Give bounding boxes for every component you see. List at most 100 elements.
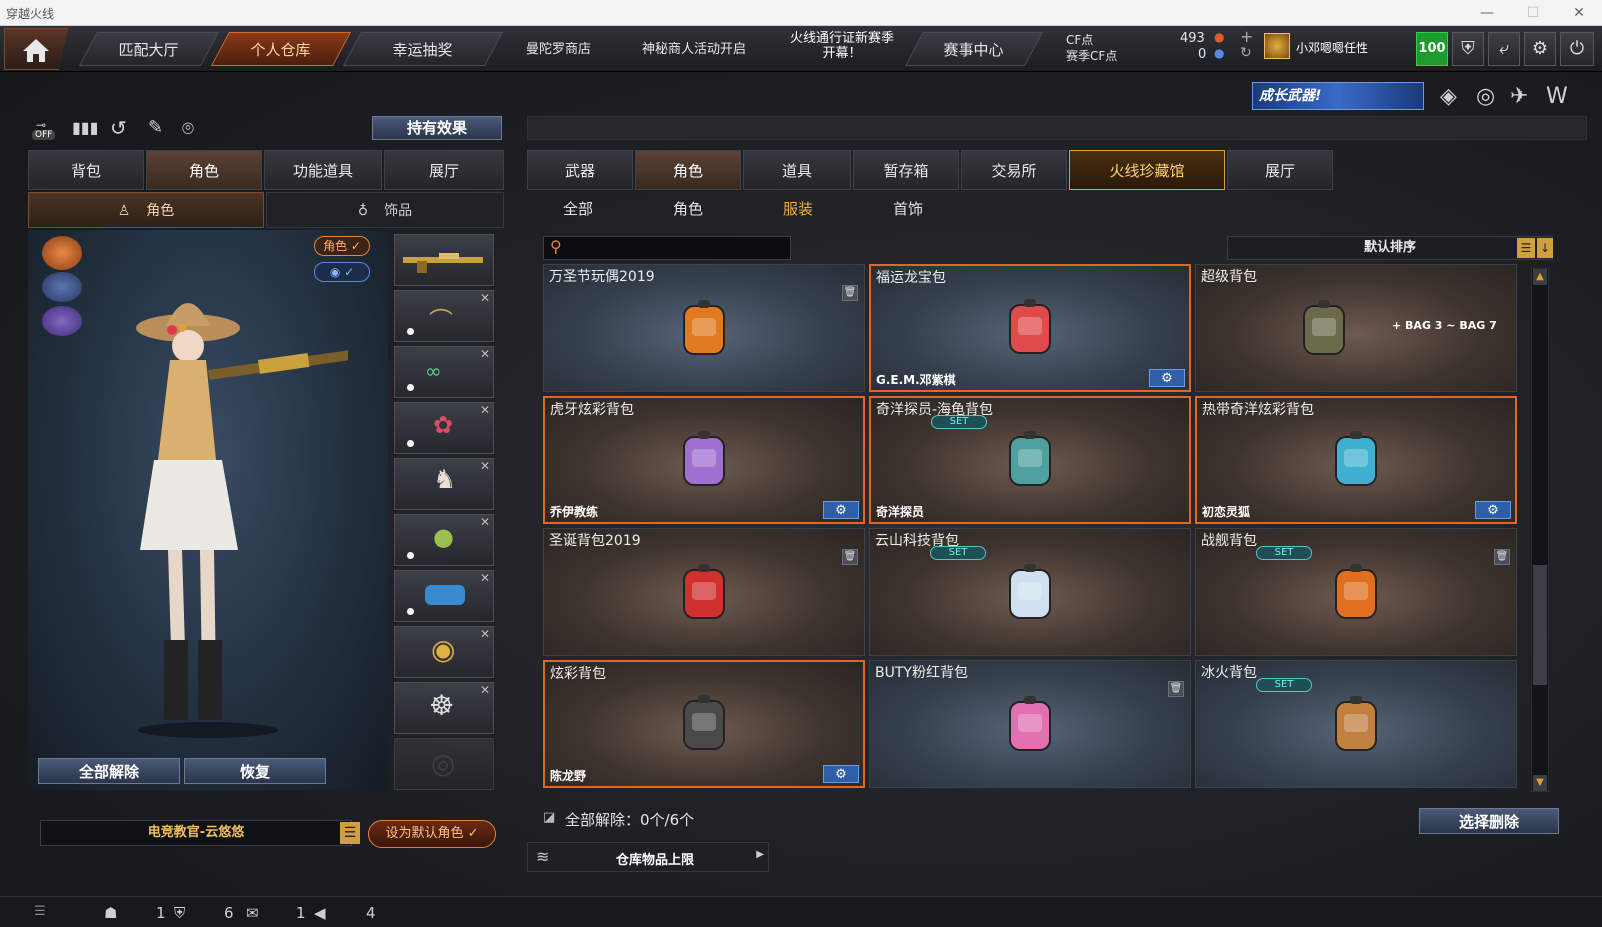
history-icon[interactable]: ↺ <box>110 116 127 140</box>
globe-icon[interactable]: ◎ <box>1476 84 1495 109</box>
shield-icon[interactable]: ⛨ <box>1452 32 1484 66</box>
mandala-shop-link[interactable]: 曼陀罗商店 <box>526 38 591 57</box>
list-icon[interactable]: ☰ <box>340 822 360 844</box>
settings-gear-icon[interactable]: ⚙ <box>823 501 859 519</box>
settings-gear-icon[interactable]: ⚙ <box>1475 501 1511 519</box>
season-pass-link[interactable]: 火线通行证新赛季 开幕！ <box>778 31 906 61</box>
restore-button[interactable]: 恢复 <box>184 758 326 784</box>
left-subtab-character[interactable]: ♙ 角色 <box>28 192 264 228</box>
remove-icon[interactable]: ✕ <box>480 347 490 361</box>
badge-v-icon[interactable]: ◈ <box>1440 84 1457 109</box>
fox-team-icon[interactable] <box>42 236 82 270</box>
chat-icon[interactable]: ✉ <box>246 904 259 922</box>
paint-icon[interactable]: ✎ <box>148 117 163 138</box>
right-tab-exchange[interactable]: 交易所 <box>961 150 1067 190</box>
right-tab-showroom[interactable]: 展厅 <box>1227 150 1333 190</box>
eagle-team-icon[interactable] <box>42 272 82 302</box>
bird-team-icon[interactable] <box>42 306 82 336</box>
power-icon[interactable]: ⏻ <box>1560 32 1594 66</box>
home-button[interactable] <box>4 28 68 70</box>
remove-icon[interactable]: ✕ <box>480 683 490 697</box>
slot-glasses[interactable]: ✕ ∞ <box>394 346 494 398</box>
slot-ring[interactable]: ✕ ◉ <box>394 626 494 678</box>
slot-wolf[interactable]: ✕ ☸ <box>394 682 494 734</box>
gear-icon[interactable]: ⚙ <box>1524 32 1556 66</box>
clan-icon[interactable]: ⛨ <box>174 904 185 922</box>
item-card[interactable]: 福运龙宝包 G.E.M.邓紫棋 ⚙ <box>869 264 1191 392</box>
left-tab-backpack[interactable]: 背包 <box>28 150 144 190</box>
item-card[interactable]: 虎牙炫彩背包 乔伊教练 ⚙ <box>543 396 865 524</box>
close-icon[interactable]: ✕ <box>1556 0 1602 26</box>
left-tab-showroom[interactable]: 展厅 <box>384 150 504 190</box>
select-delete-button[interactable]: 选择删除 <box>1419 808 1559 834</box>
remove-icon[interactable]: ✕ <box>480 291 490 305</box>
slot-hat[interactable]: ✕ ⌒ <box>394 290 494 342</box>
subtab-clothing[interactable]: 服装 <box>783 198 813 219</box>
trash-icon[interactable]: 🗑 <box>842 285 858 301</box>
slot-weapon[interactable] <box>394 234 494 286</box>
tab-event-center[interactable]: 赛事中心 <box>904 32 1044 66</box>
username[interactable]: 小邓嗯嗯任性 <box>1296 39 1368 56</box>
item-card[interactable]: 炫彩背包 陈龙野 ⚙ <box>543 660 865 788</box>
refresh-icon[interactable]: ↻ <box>1240 45 1252 61</box>
slot-empty[interactable]: ◎ <box>394 738 494 790</box>
role-badge[interactable]: 角色 ✓ <box>314 236 370 256</box>
off-toggle-icon[interactable]: ⊸ OFF <box>30 118 60 144</box>
character-name-field[interactable]: 电竞教官-云悠悠 <box>40 820 352 846</box>
friends-icon[interactable]: ☗ <box>104 904 117 922</box>
growth-weapon-banner[interactable]: 成长武器! <box>1252 82 1424 110</box>
trash-icon[interactable]: 🗑 <box>1168 681 1184 697</box>
item-card[interactable]: 超级背包 + BAG 3 ~ BAG 7 <box>1195 264 1517 392</box>
held-effect-button[interactable]: 持有效果 <box>372 116 502 140</box>
tab-lucky-draw[interactable]: 幸运抽奖 <box>342 32 504 66</box>
slot-drink[interactable]: ✕ ● <box>394 514 494 566</box>
mouse-icon[interactable]: ⌾ <box>182 116 194 140</box>
slot-can[interactable]: ✕ <box>394 570 494 622</box>
search-text[interactable] <box>572 239 782 257</box>
character-preview[interactable]: 角色 ✓ ◉ ✓ <box>28 230 388 790</box>
return-icon[interactable]: ⤶ <box>1488 32 1520 66</box>
rocket-icon[interactable]: ✈ <box>1510 84 1528 109</box>
item-card[interactable]: 热带奇洋炫彩背包 初恋灵狐 ⚙ <box>1195 396 1517 524</box>
maximize-icon[interactable]: ☐ <box>1510 0 1556 26</box>
remove-icon[interactable]: ✕ <box>480 459 490 473</box>
trash-icon[interactable]: 🗑 <box>1494 549 1510 565</box>
item-card[interactable]: 云山科技背包 SET <box>869 528 1191 656</box>
left-tab-character[interactable]: 角色 <box>146 150 262 190</box>
item-card[interactable]: 万圣节玩偶2019 🗑 <box>543 264 865 392</box>
w-logo-icon[interactable]: W <box>1546 84 1568 109</box>
right-tab-character[interactable]: 角色 <box>635 150 741 190</box>
left-subtab-accessory[interactable]: ♁ 饰品 <box>266 192 504 228</box>
subtab-all[interactable]: 全部 <box>563 198 593 219</box>
scroll-up-icon[interactable]: ▲ <box>1533 269 1547 285</box>
item-card[interactable]: BUTY粉红背包 🗑 <box>869 660 1191 788</box>
sort-direction-icon[interactable]: ↓ <box>1537 238 1553 258</box>
mystery-merchant-link[interactable]: 神秘商人活动开启 <box>642 38 746 57</box>
settings-gear-icon[interactable]: ⚙ <box>1149 369 1185 387</box>
sort-menu-icon[interactable]: ☰ <box>1517 238 1535 258</box>
remove-icon[interactable]: ✕ <box>480 627 490 641</box>
scrollbar-thumb[interactable] <box>1533 565 1547 685</box>
trash-icon[interactable]: 🗑 <box>842 549 858 565</box>
subtab-character[interactable]: 角色 <box>673 198 703 219</box>
ranking-icon[interactable]: ▮▮▮ <box>72 118 98 137</box>
tab-personal-storage[interactable]: 个人仓库 <box>210 32 352 66</box>
slot-flower[interactable]: ✕ ✿ <box>394 402 494 454</box>
settings-gear-icon[interactable]: ⚙ <box>823 765 859 783</box>
subtab-jewelry[interactable]: 首饰 <box>893 198 923 219</box>
slot-bunny[interactable]: ✕ ♞ <box>394 458 494 510</box>
expand-icon[interactable]: ▶ <box>756 849 764 860</box>
right-tab-items[interactable]: 道具 <box>743 150 851 190</box>
sort-dropdown[interactable]: 默认排序 <box>1227 236 1553 260</box>
unequip-all-button[interactable]: 全部解除 <box>38 758 180 784</box>
minimize-icon[interactable]: — <box>1464 0 1510 26</box>
tab-match-lobby[interactable]: 匹配大厅 <box>78 32 220 66</box>
item-card[interactable]: 冰火背包 SET <box>1195 660 1517 788</box>
right-tab-weapons[interactable]: 武器 <box>527 150 633 190</box>
search-input[interactable]: ⚲ <box>543 236 791 260</box>
item-card[interactable]: 圣诞背包2019 🗑 <box>543 528 865 656</box>
remove-icon[interactable]: ✕ <box>480 515 490 529</box>
remove-icon[interactable]: ✕ <box>480 571 490 585</box>
menu-icon[interactable]: ☰ <box>34 904 46 919</box>
scrollbar[interactable]: ▲ ▼ <box>1531 268 1549 792</box>
